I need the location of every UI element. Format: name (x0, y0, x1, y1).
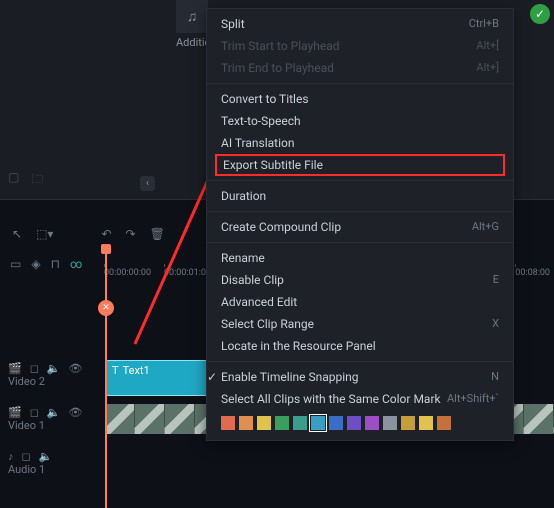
menu-duration[interactable]: Duration (207, 185, 513, 207)
video-track-icon: 🎬 (8, 406, 22, 419)
lock-icon[interactable]: ◻ (22, 450, 31, 463)
timeline-view-icon[interactable]: ▭ (10, 257, 21, 271)
color-swatch[interactable] (257, 416, 271, 430)
link-icon[interactable]: ∞ (70, 257, 82, 271)
pointer-tool-icon[interactable]: ↖ (12, 227, 22, 241)
menu-disable-clip[interactable]: Disable ClipE (207, 269, 513, 291)
color-swatch[interactable] (275, 416, 289, 430)
menu-ai-translation[interactable]: AI Translation (207, 132, 513, 154)
color-swatch[interactable] (347, 416, 361, 430)
magnet-icon[interactable]: ⊓ (51, 257, 60, 271)
menu-compound-clip[interactable]: Create Compound ClipAlt+G (207, 216, 513, 238)
color-swatch[interactable] (383, 416, 397, 430)
menu-convert-titles[interactable]: Convert to Titles (207, 88, 513, 110)
track-label: Audio 1 (8, 463, 92, 476)
ruler-tick: 00:00:00:00 (104, 268, 151, 278)
media-tab-audio[interactable]: ♫ (176, 0, 208, 33)
menu-split[interactable]: SplitCtrl+B (207, 13, 513, 35)
color-swatch[interactable] (293, 416, 307, 430)
marker-icon[interactable]: ◈ (31, 257, 40, 271)
visibility-icon[interactable]: 👁 (69, 362, 83, 375)
track-header[interactable]: 🎬 ◻ 🔈 👁 Video 2 (0, 360, 100, 390)
ruler-tick: 00:08:00 (515, 268, 550, 278)
menu-separator (207, 211, 513, 212)
music-note-icon: ♫ (187, 9, 198, 25)
menu-rename[interactable]: Rename (207, 247, 513, 269)
success-badge: ✓ (530, 4, 550, 24)
redo-icon[interactable]: ↷ (126, 227, 136, 241)
color-swatch[interactable] (329, 416, 343, 430)
color-swatch[interactable] (419, 416, 433, 430)
undo-icon[interactable]: ↶ (101, 227, 111, 241)
menu-separator (207, 242, 513, 243)
playhead[interactable] (105, 248, 107, 508)
visibility-icon[interactable]: 👁 (69, 406, 83, 419)
video-track-icon: 🎬 (8, 362, 22, 375)
ruler-tick: 00:00:01:00 (164, 268, 211, 278)
color-swatch[interactable] (365, 416, 379, 430)
menu-select-same-color[interactable]: Select All Clips with the Same Color Mar… (207, 388, 513, 410)
menu-trim-end: Trim End to PlayheadAlt+] (207, 57, 513, 79)
menu-advanced-edit[interactable]: Advanced Edit (207, 291, 513, 313)
text-clip-label: Text1 (123, 364, 150, 377)
lock-icon[interactable]: ◻ (30, 406, 39, 419)
track-label: Video 2 (8, 375, 92, 388)
mute-icon[interactable]: 🔈 (47, 362, 61, 375)
menu-locate-resource[interactable]: Locate in the Resource Panel (207, 335, 513, 357)
context-menu: SplitCtrl+B Trim Start to PlayheadAlt+[ … (206, 8, 514, 441)
check-icon: ✓ (207, 370, 221, 384)
menu-export-subtitle[interactable]: Export Subtitle File (223, 158, 497, 172)
menu-separator (207, 180, 513, 181)
menu-select-range[interactable]: Select Clip RangeX (207, 313, 513, 335)
new-bin-icon[interactable]: ▢ (8, 170, 19, 191)
new-folder-icon[interactable]: 🗀 (31, 170, 43, 191)
color-swatch[interactable] (401, 416, 415, 430)
color-swatch[interactable] (239, 416, 253, 430)
panel-collapse-button[interactable]: ‹ (140, 176, 155, 191)
color-swatch[interactable] (437, 416, 451, 430)
menu-separator (207, 83, 513, 84)
mute-icon[interactable]: 🔈 (39, 450, 53, 463)
color-swatch[interactable] (311, 416, 325, 430)
menu-snapping[interactable]: ✓Enable Timeline SnappingN (207, 366, 513, 388)
menu-separator (207, 361, 513, 362)
audio-track-icon: ♪ (8, 450, 14, 463)
menu-trim-start: Trim Start to PlayheadAlt+[ (207, 35, 513, 57)
color-swatch[interactable] (221, 416, 235, 430)
panel-footer-icons: ▢ 🗀 (8, 170, 43, 191)
track-label: Video 1 (8, 419, 92, 432)
track-header[interactable]: ♪ ◻ 🔈 Audio 1 (0, 448, 100, 478)
menu-tts[interactable]: Text-to-Speech (207, 110, 513, 132)
mute-icon[interactable]: 🔈 (47, 406, 61, 419)
text-clip-icon: T (112, 364, 119, 377)
track-header[interactable]: 🎬 ◻ 🔈 👁 Video 1 (0, 404, 100, 434)
delete-icon[interactable]: 🗑 (150, 227, 165, 241)
lock-icon[interactable]: ◻ (30, 362, 39, 375)
select-tool-icon[interactable]: ⬚▾ (36, 227, 53, 241)
track-audio1: ♪ ◻ 🔈 Audio 1 (0, 448, 554, 488)
color-swatch-row (207, 410, 513, 436)
menu-export-subtitle-highlight: Export Subtitle File (215, 154, 505, 176)
playhead-handle[interactable]: ✕ (98, 300, 114, 316)
